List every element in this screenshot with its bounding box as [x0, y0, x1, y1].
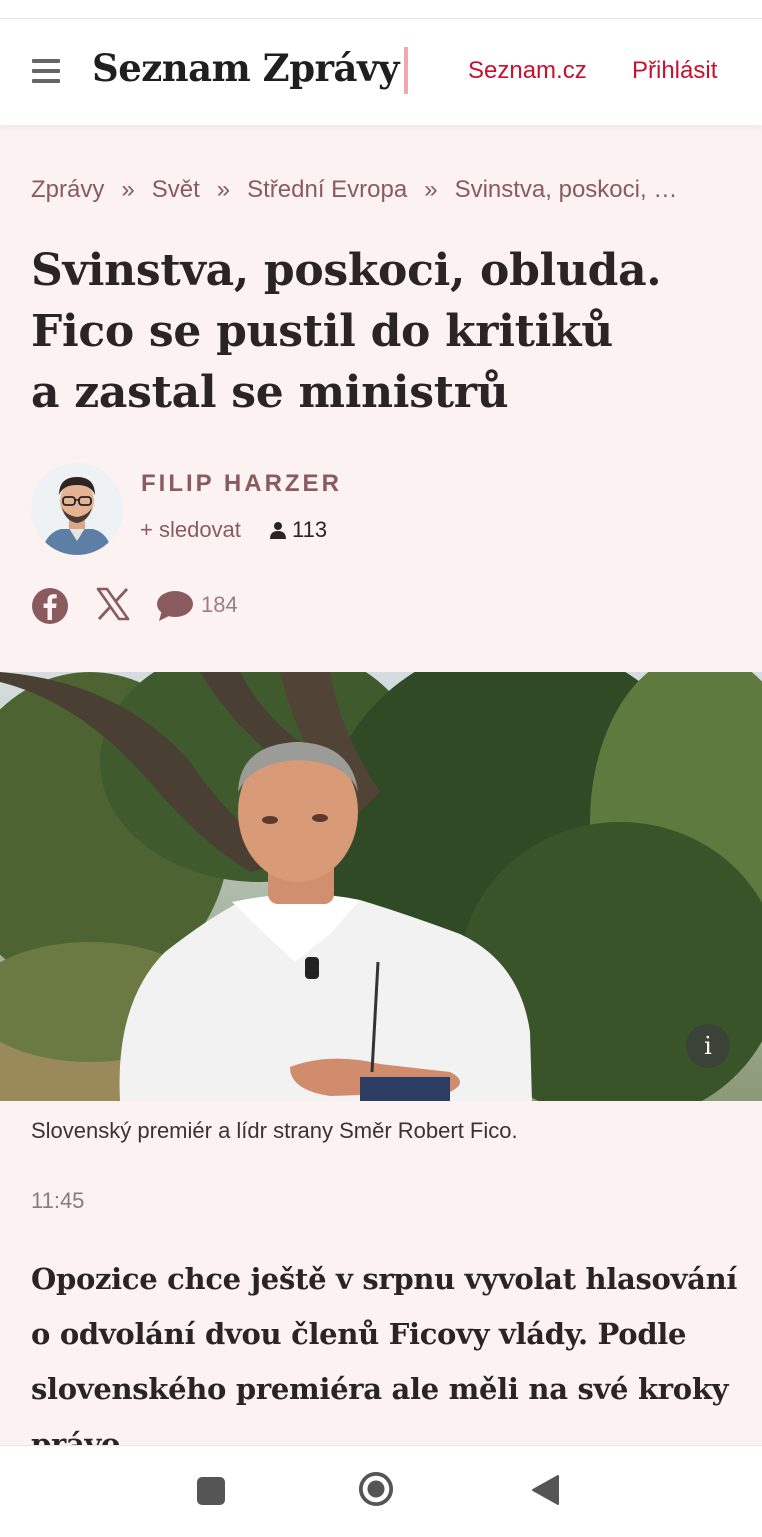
breadcrumb-item[interactable]: Svět [152, 176, 200, 203]
follow-button[interactable]: + sledovat [140, 517, 241, 543]
headline-line: a zastal se ministrů [31, 367, 509, 418]
followers-count: 113 [270, 517, 327, 543]
seznam-link[interactable]: Seznam.cz [468, 57, 587, 85]
breadcrumb-separator: » [216, 176, 231, 203]
site-logo[interactable]: Seznam Zprávy [92, 46, 400, 90]
back-button[interactable] [530, 1474, 560, 1506]
breadcrumb-item[interactable]: Zprávy [31, 176, 104, 203]
status-bar [0, 0, 762, 19]
headline-line: Fico se pustil do kritiků [31, 306, 613, 357]
photo-caption: Slovenský premiér a lídr strany Směr Rob… [31, 1118, 518, 1143]
followers-value: 113 [292, 517, 328, 542]
facebook-icon[interactable] [31, 587, 69, 625]
author-avatar[interactable] [31, 463, 123, 555]
article-headline: Svinstva, poskoci, obluda. Fico se pusti… [31, 240, 731, 423]
breadcrumb: Zprávy » Svět » Střední Evropa » Svinstva, pos… [31, 176, 736, 208]
hamburger-menu-icon[interactable] [32, 59, 60, 83]
login-link[interactable]: Přihlásit [632, 57, 717, 85]
headline-line: Svinstva, poskoci, obluda. [31, 245, 662, 296]
recents-button[interactable] [197, 1477, 225, 1505]
x-icon[interactable] [96, 587, 130, 621]
breadcrumb-separator: » [121, 176, 135, 203]
breadcrumb-item[interactable]: Střední Evropa [247, 176, 407, 203]
logo-divider [404, 47, 408, 94]
site-header: Seznam Zprávy Seznam.cz Přihlásit [0, 19, 762, 125]
breadcrumb-separator: » [424, 176, 438, 203]
system-nav-bar [0, 1445, 762, 1537]
breadcrumb-current: Svinstva, poskoci, obluda. [454, 176, 683, 203]
author-name[interactable]: FILIP HARZER [141, 470, 342, 498]
comments-count[interactable]: 184 [201, 592, 238, 618]
info-icon[interactable]: i [686, 1024, 730, 1068]
home-button[interactable] [358, 1471, 394, 1507]
person-icon [270, 522, 286, 539]
publish-time: 11:45 [31, 1188, 85, 1213]
article-lead: Opozice chce ještě v srpnu vyvolat hlaso… [31, 1262, 738, 1445]
lead-container: Opozice chce ještě v srpnu vyvolat hlaso… [0, 1250, 762, 1445]
article-photo[interactable] [0, 672, 762, 1101]
comment-icon[interactable] [156, 590, 194, 624]
